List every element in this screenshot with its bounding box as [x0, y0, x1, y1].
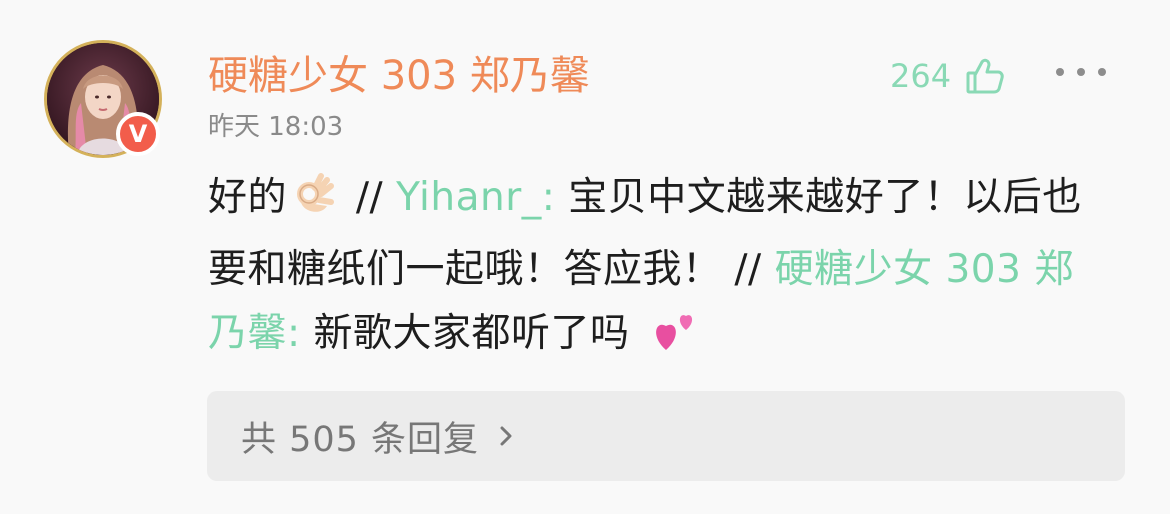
replies-count-label: 共 505 条回复: [241, 419, 480, 460]
like-button[interactable]: 264: [890, 52, 1005, 100]
thumbs-up-icon: [965, 56, 1005, 96]
two-hearts-emoji: [648, 306, 702, 376]
separator-2: //: [734, 247, 775, 292]
username[interactable]: 硬糖少女 303 郑乃馨: [208, 50, 590, 102]
ok-hand-emoji: [291, 172, 337, 238]
timestamp: 昨天 18:03: [208, 112, 344, 142]
comment-content: 好的 // Yihanr_: 宝贝中文越来越好了！以后也要和糖纸们一起哦！答应我…: [208, 166, 1113, 376]
verified-badge-icon: V: [116, 112, 160, 156]
chevron-right-icon: [479, 424, 515, 448]
view-replies-button[interactable]: 共 505 条回复: [207, 391, 1125, 481]
avatar-wrapper[interactable]: V: [44, 40, 162, 158]
more-dots-icon[interactable]: [1056, 60, 1106, 84]
separator-1: //: [343, 175, 397, 220]
comment-text-1: 好的: [208, 175, 288, 220]
mention-link-1[interactable]: Yihanr_:: [396, 175, 555, 220]
comment-text-3: 新歌大家都听了吗: [300, 311, 643, 356]
comment-card: V 硬糖少女 303 郑乃馨 昨天 18:03 264 好的 // Yihanr…: [0, 0, 1170, 514]
like-count: 264: [890, 57, 952, 95]
